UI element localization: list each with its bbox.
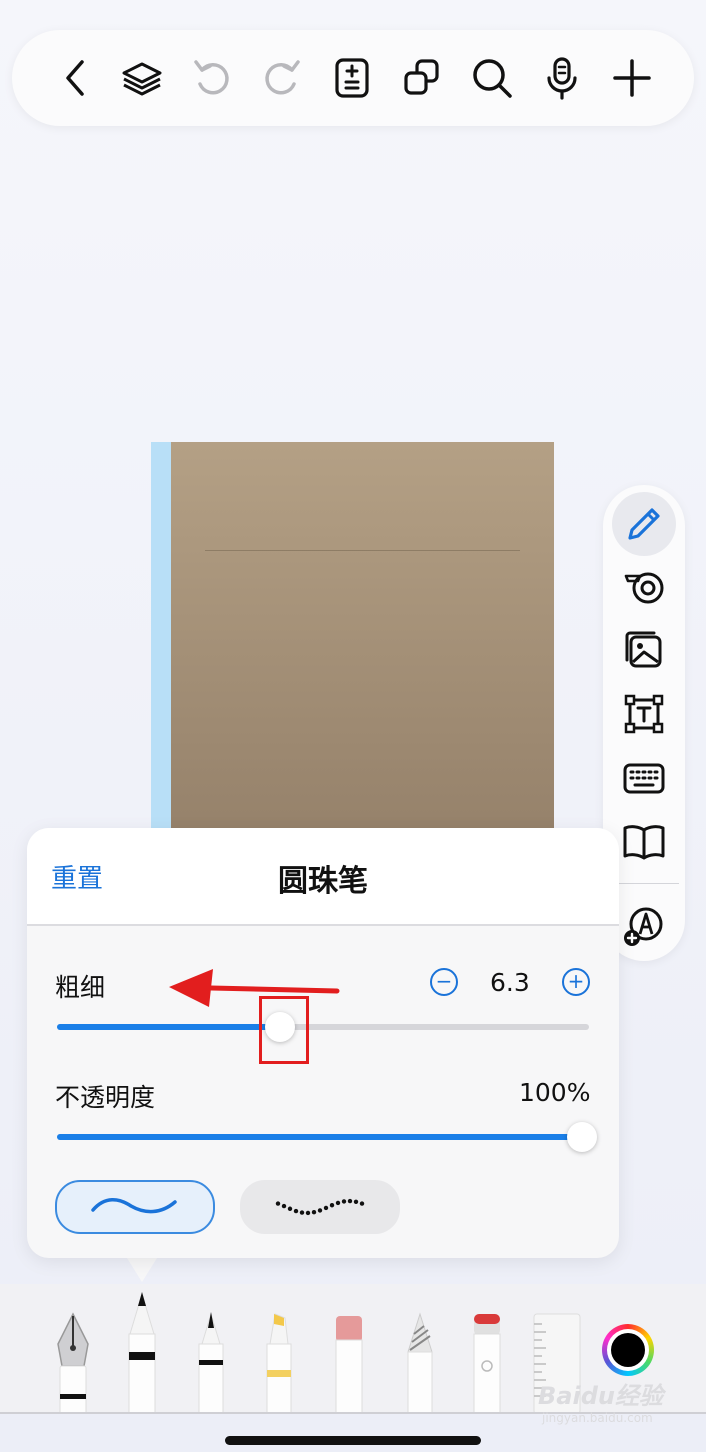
- tape-icon[interactable]: [620, 562, 668, 610]
- fountain-pen-tool[interactable]: [52, 1310, 94, 1414]
- color-picker-button[interactable]: [602, 1324, 654, 1376]
- home-indicator[interactable]: [225, 1436, 481, 1445]
- dotted-stroke-dot: [305, 1210, 311, 1216]
- dotted-stroke-dot: [341, 1199, 347, 1204]
- notebook-title-line: [205, 550, 520, 551]
- stroke-style-smooth-button[interactable]: [55, 1180, 215, 1234]
- popover-header: 重置 圆珠笔: [27, 828, 619, 926]
- opacity-slider-thumb[interactable]: [567, 1122, 597, 1152]
- back-icon[interactable]: [52, 54, 100, 102]
- notebook-spine: [151, 442, 171, 842]
- top-toolbar: [12, 30, 694, 126]
- dotted-stroke-dot: [293, 1208, 299, 1214]
- textbox-icon[interactable]: [620, 690, 668, 738]
- microphone-icon[interactable]: [538, 54, 586, 102]
- thickness-increase-button[interactable]: +: [562, 968, 590, 996]
- dotted-stroke-dot: [317, 1208, 323, 1213]
- keyboard-icon[interactable]: [620, 754, 668, 802]
- dotted-stroke-dot: [359, 1201, 365, 1206]
- thickness-value: 6.3: [490, 968, 530, 997]
- dotted-stroke-dot: [323, 1205, 329, 1211]
- opacity-slider[interactable]: [57, 1122, 597, 1152]
- pen-settings-popover: 重置 圆珠笔 粗细 − 6.3 + 不透明度 100%: [27, 828, 619, 1258]
- dotted-stroke-dot: [281, 1203, 287, 1209]
- page-adjust-icon[interactable]: [328, 54, 376, 102]
- baidu-watermark: Baidu经验 jingyan.baidu.com: [538, 1376, 663, 1425]
- ballpoint-pen-tool[interactable]: [124, 1290, 160, 1414]
- dotted-stroke-dot: [347, 1198, 353, 1204]
- watermark-suffix: 经验: [614, 1382, 663, 1410]
- pencil-tool[interactable]: [404, 1312, 436, 1414]
- search-icon[interactable]: [468, 54, 516, 102]
- opacity-value: 100%: [519, 1078, 591, 1107]
- image-icon[interactable]: [620, 626, 668, 674]
- eraser-tool[interactable]: [332, 1314, 366, 1414]
- watermark-brand: Baidu: [538, 1382, 615, 1410]
- dotted-stroke-dot: [311, 1210, 317, 1215]
- dotted-stroke-dot: [287, 1206, 293, 1211]
- annotation-highlight-box: [259, 996, 309, 1064]
- stroke-style-dotted-button[interactable]: [240, 1180, 400, 1234]
- notebook-cover[interactable]: [151, 442, 554, 842]
- tape-eraser-tool[interactable]: [470, 1312, 504, 1414]
- layers-icon[interactable]: [118, 54, 166, 102]
- dotted-stroke-dot: [299, 1210, 305, 1215]
- thickness-label: 粗细: [55, 973, 106, 1002]
- annotation-arrow: [169, 969, 340, 1007]
- panel-divider: [609, 883, 679, 884]
- watermark-site: jingyan.baidu.com: [542, 1411, 653, 1425]
- selected-color-swatch: [611, 1333, 645, 1367]
- thickness-slider-fill: [57, 1024, 280, 1030]
- pencil-icon[interactable]: [620, 500, 668, 548]
- thickness-decrease-button[interactable]: −: [430, 968, 458, 996]
- opacity-slider-fill: [57, 1134, 589, 1140]
- highlighter-tool[interactable]: [262, 1312, 296, 1414]
- opacity-label: 不透明度: [55, 1083, 156, 1112]
- popover-title: 圆珠笔: [278, 864, 368, 899]
- duplicate-icon[interactable]: [398, 54, 446, 102]
- add-tool-icon[interactable]: [620, 902, 668, 950]
- redo-icon[interactable]: [258, 54, 306, 102]
- thickness-slider[interactable]: [57, 1012, 589, 1042]
- dotted-stroke-dot: [353, 1199, 359, 1204]
- book-icon[interactable]: [620, 818, 668, 866]
- undo-icon[interactable]: [188, 54, 236, 102]
- dotted-stroke-dot: [329, 1203, 335, 1208]
- add-icon[interactable]: [608, 54, 656, 102]
- dotted-stroke-dot: [335, 1200, 341, 1206]
- notebook-cover-surface: [171, 442, 554, 842]
- dotted-stroke-dot: [275, 1201, 281, 1206]
- fineliner-tool[interactable]: [194, 1312, 228, 1414]
